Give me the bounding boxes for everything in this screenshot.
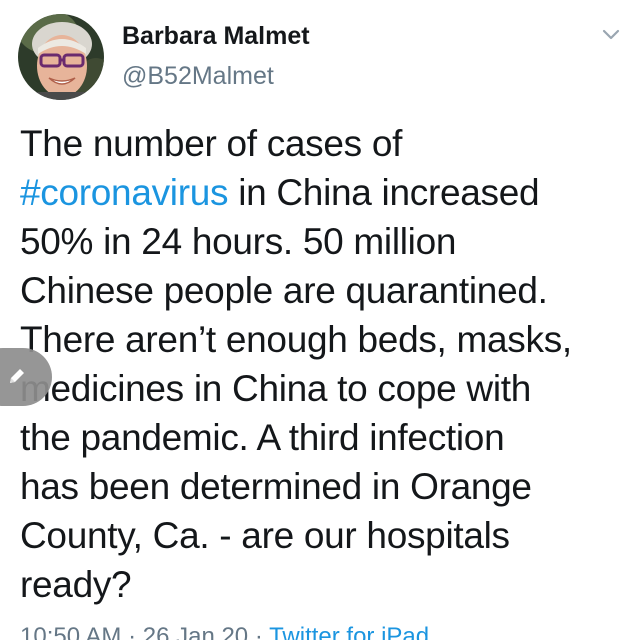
tweet-text-line: ready?: [20, 560, 630, 609]
meta-separator: ·: [121, 623, 143, 640]
tweet-text-line: medicines in China to cope with: [20, 364, 630, 413]
tweet-text: The number of cases of #coronavirus in Ch…: [20, 119, 630, 609]
tweet-meta: 10:50 AM · 26 Jan 20 · Twitter for iPad: [20, 622, 429, 640]
tweet-text-segment: in China increased: [228, 172, 540, 213]
tweet-text-line: has been determined in Orange: [20, 462, 630, 511]
tweet-time[interactable]: 10:50 AM: [20, 623, 121, 640]
tweet-text-line: There aren’t enough beds, masks,: [20, 315, 630, 364]
tweet-text-segment: has been determined in Orange: [20, 466, 532, 507]
tweet-text-line: The number of cases of: [20, 119, 630, 168]
hashtag-link[interactable]: #coronavirus: [20, 172, 229, 213]
avatar-photo: [18, 14, 104, 100]
tweet-text-segment: the pandemic. A third infection: [20, 417, 505, 458]
tweet-text-segment: Chinese people are quarantined.: [20, 270, 548, 311]
tweet-source-link[interactable]: Twitter for iPad: [269, 623, 429, 640]
display-name[interactable]: Barbara Malmet: [122, 20, 310, 52]
chevron-down-icon[interactable]: [600, 24, 622, 46]
meta-separator: ·: [248, 623, 270, 640]
tweet-text-line: Chinese people are quarantined.: [20, 266, 630, 315]
tweet-text-line: 50% in 24 hours. 50 million: [20, 217, 630, 266]
tweet-text-segment: There aren’t enough beds, masks,: [20, 319, 572, 360]
avatar[interactable]: [18, 14, 104, 100]
tweet-text-segment: County, Ca. - are our hospitals: [20, 515, 510, 556]
tweet-text-line: the pandemic. A third infection: [20, 413, 630, 462]
tweet-text-line: County, Ca. - are our hospitals: [20, 511, 630, 560]
pencil-icon: [10, 369, 24, 383]
tweet-card: Barbara Malmet @B52Malmet The number of …: [0, 0, 640, 640]
tweet-text-line: #coronavirus in China increased: [20, 168, 630, 217]
tweet-text-segment: The number of cases of: [20, 123, 403, 164]
user-handle[interactable]: @B52Malmet: [122, 60, 274, 92]
tweet-text-segment: medicines in China to cope with: [20, 368, 532, 409]
tweet-date[interactable]: 26 Jan 20: [143, 623, 248, 640]
tweet-text-segment: 50% in 24 hours. 50 million: [20, 221, 457, 262]
tweet-text-segment: ready?: [20, 564, 132, 605]
